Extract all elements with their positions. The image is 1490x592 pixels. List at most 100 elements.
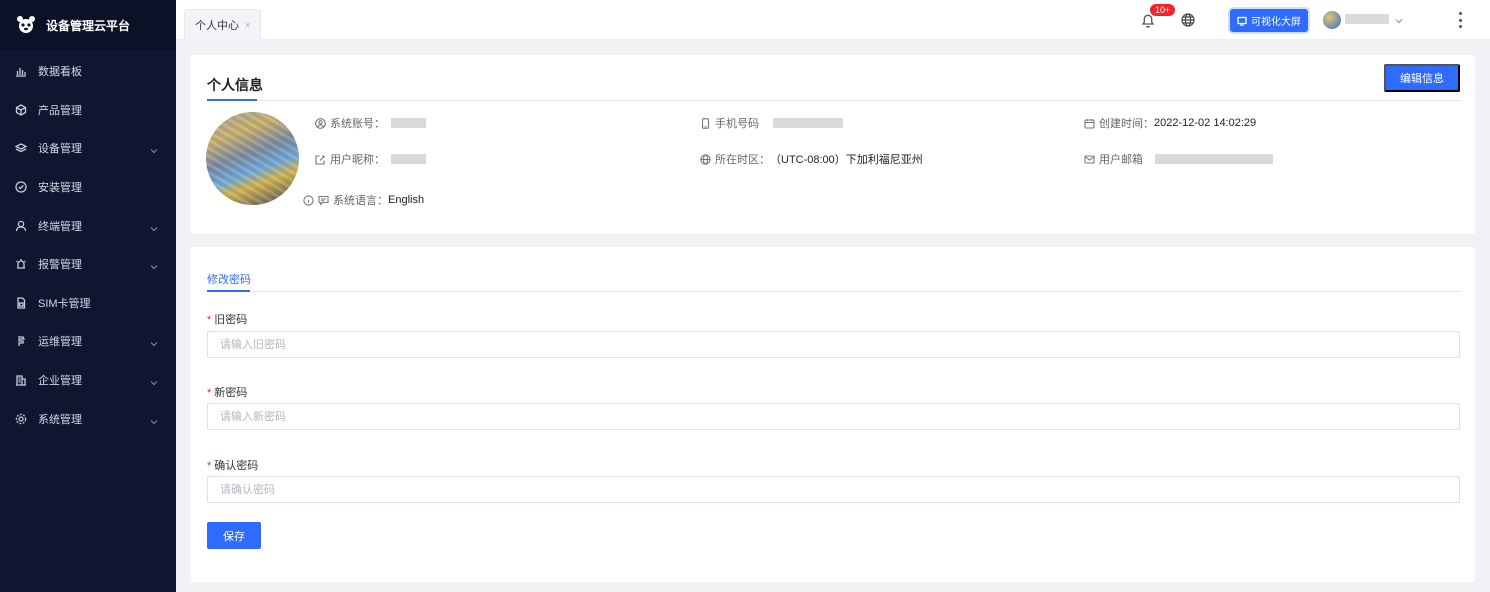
- user-name-redacted[interactable]: [1345, 14, 1389, 24]
- gear-icon: [15, 413, 27, 425]
- edit-icon: [315, 154, 326, 165]
- email-value-redacted: [1155, 154, 1273, 164]
- sidebar-item-alarms[interactable]: 报警管理: [0, 245, 176, 284]
- email-field: 用户邮箱: [1084, 151, 1273, 167]
- created-label: 创建时间：: [1099, 118, 1154, 130]
- required-mark: *: [207, 387, 212, 399]
- profile-avatar[interactable]: [206, 112, 299, 205]
- chevron-down-icon: [150, 337, 158, 347]
- globe-icon[interactable]: [1180, 12, 1196, 28]
- brand-title: 设备管理云平台: [46, 18, 131, 33]
- topbar: 个人中心 × 10+ 可视化大屏: [176, 0, 1490, 40]
- edit-info-button[interactable]: 编辑信息: [1384, 64, 1460, 92]
- confirm-password-label-text: 确认密码: [214, 460, 259, 472]
- sidebar-item-terminals[interactable]: 终端管理: [0, 206, 176, 245]
- sidebar-item-enterprise[interactable]: 企业管理: [0, 361, 176, 400]
- section-title: 个人信息: [207, 77, 263, 93]
- cube-icon: [15, 104, 27, 116]
- timezone-label: 所在时区：: [715, 154, 770, 166]
- confirm-password-input[interactable]: [207, 476, 1460, 503]
- sidebar-item-installation[interactable]: 安装管理: [0, 168, 176, 207]
- sidebar-item-sim[interactable]: SIM卡管理: [0, 284, 176, 323]
- bar-chart-icon: [15, 65, 27, 77]
- sidebar-item-label: 数据看板: [38, 66, 82, 79]
- sidebar-item-system[interactable]: 系统管理: [0, 399, 176, 438]
- tab-personal-center[interactable]: 个人中心 ×: [184, 9, 262, 40]
- language-value: English: [388, 194, 425, 206]
- phone-field: 手机号码: [700, 115, 843, 131]
- chevron-down-icon[interactable]: [1395, 14, 1403, 24]
- account-value-redacted: [391, 118, 426, 128]
- mail-icon: [1084, 154, 1095, 165]
- chevron-down-icon: [150, 260, 158, 270]
- layers-icon: [15, 142, 27, 154]
- timezone-value: （UTC-08:00）下加利福尼亚州: [770, 154, 923, 166]
- nickname-value-redacted: [391, 154, 426, 164]
- ops-icon: [15, 335, 27, 347]
- notification-badge: 10+: [1150, 4, 1176, 16]
- divider: [207, 291, 1460, 292]
- save-button[interactable]: 保存: [207, 522, 261, 549]
- new-password-input[interactable]: [207, 403, 1460, 430]
- chevron-down-icon: [150, 222, 158, 232]
- created-field: 创建时间： 2022-12-02 14:02:29: [1084, 115, 1256, 131]
- phone-label: 手机号码: [715, 118, 759, 130]
- sidebar-item-label: 产品管理: [38, 104, 82, 117]
- sidebar-item-products[interactable]: 产品管理: [0, 91, 176, 130]
- message-icon: [318, 195, 329, 206]
- sidebar-item-label: 设备管理: [38, 143, 82, 156]
- tab-change-password[interactable]: 修改密码: [207, 271, 251, 287]
- building-icon: [15, 374, 27, 386]
- sidebar-item-dashboard[interactable]: 数据看板: [0, 52, 176, 91]
- timezone-field: 所在时区： （UTC-08:00）下加利福尼亚州: [700, 151, 923, 167]
- visual-screen-button[interactable]: 可视化大屏: [1230, 9, 1308, 32]
- new-password-label: * 新密码: [207, 384, 247, 400]
- sidebar-item-label: 终端管理: [38, 220, 82, 233]
- tab-label: 个人中心: [195, 20, 239, 32]
- monitor-icon: [1237, 16, 1247, 26]
- alarm-icon: [15, 258, 27, 270]
- sidebar-item-devices[interactable]: 设备管理: [0, 129, 176, 168]
- profile-card: 个人信息 编辑信息 系统账号： 手机号码 创建时间： 2022-12-02 14…: [191, 55, 1475, 234]
- created-value: 2022-12-02 14:02:29: [1154, 117, 1257, 129]
- language-label: 系统语言：: [333, 195, 388, 207]
- info-icon[interactable]: [303, 194, 314, 206]
- nickname-field: 用户昵称：: [315, 151, 426, 167]
- chevron-down-icon: [150, 415, 158, 424]
- active-underline: [207, 99, 257, 101]
- old-password-input[interactable]: [207, 331, 1460, 358]
- sidebar-menu: 数据看板 产品管理 设备管理 安装管理 终端管理 报警管理 SIM卡管理 运维管…: [0, 50, 176, 438]
- visual-screen-label: 可视化大屏: [1251, 17, 1301, 28]
- brand[interactable]: 设备管理云平台: [0, 0, 176, 50]
- more-vertical-icon[interactable]: [1456, 12, 1464, 28]
- sidebar-item-label: 系统管理: [38, 413, 82, 426]
- required-mark: *: [207, 460, 212, 472]
- account-field: 系统账号：: [315, 115, 426, 131]
- divider: [207, 100, 1460, 101]
- sidebar: 设备管理云平台 数据看板 产品管理 设备管理 安装管理 终端管理 报警管理 SI…: [0, 0, 176, 592]
- phone-value-redacted: [773, 118, 843, 128]
- avatar[interactable]: [1323, 11, 1341, 29]
- active-underline: [207, 290, 250, 292]
- nickname-label: 用户昵称：: [330, 154, 385, 166]
- phone-icon: [700, 117, 711, 129]
- old-password-label: * 旧密码: [207, 311, 247, 327]
- email-label: 用户邮箱: [1099, 154, 1143, 166]
- globe-icon: [700, 153, 711, 165]
- password-card: 修改密码 * 旧密码 * 新密码 * 确认密码 保存: [191, 247, 1475, 582]
- required-mark: *: [207, 314, 212, 326]
- sidebar-item-label: 安装管理: [38, 182, 82, 195]
- confirm-password-label: * 确认密码: [207, 457, 258, 473]
- chevron-down-icon: [150, 144, 158, 154]
- close-icon[interactable]: ×: [245, 20, 250, 30]
- account-label: 系统账号：: [330, 118, 385, 130]
- sidebar-item-operations[interactable]: 运维管理: [0, 322, 176, 361]
- sim-card-icon: [15, 297, 27, 309]
- language-field: 系统语言： English: [303, 192, 424, 208]
- calendar-icon: [1084, 118, 1095, 129]
- sidebar-item-label: 报警管理: [38, 259, 82, 272]
- sidebar-item-label: 企业管理: [38, 375, 82, 388]
- shield-check-icon: [15, 181, 27, 193]
- chevron-down-icon: [150, 376, 158, 386]
- user-circle-icon: [315, 117, 326, 129]
